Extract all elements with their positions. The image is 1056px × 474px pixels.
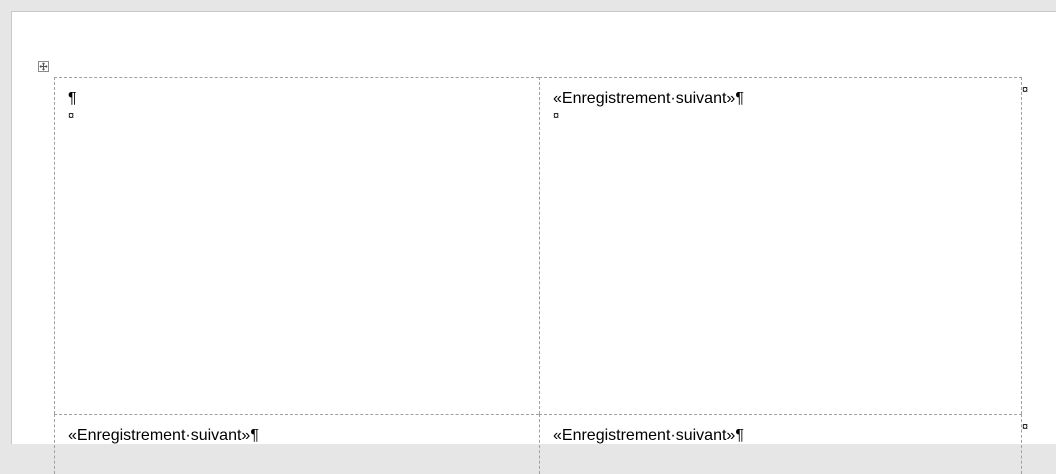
row-end-mark: ¤ [1022, 421, 1029, 433]
row-end-mark: ¤ [1022, 84, 1029, 96]
table-cell-r1-c1[interactable]: ¶ ¤ [54, 77, 539, 414]
table-move-handle-icon[interactable] [38, 61, 49, 72]
table-cell-r1-c2[interactable]: «Enregistrement·suivant»¶ ¤ [539, 77, 1022, 414]
document-page[interactable]: ¶ ¤ «Enregistrement·suivant»¶ ¤ «Enregis… [11, 11, 1056, 474]
table-cell-r2-c1[interactable]: «Enregistrement·suivant»¶ [54, 414, 539, 474]
document-viewport: ¶ ¤ «Enregistrement·suivant»¶ ¤ «Enregis… [0, 0, 1056, 474]
cell-end-mark: ¤ [68, 110, 75, 122]
table-cell-r2-c2[interactable]: «Enregistrement·suivant»¶ [539, 414, 1022, 474]
label-table[interactable]: ¶ ¤ «Enregistrement·suivant»¶ ¤ «Enregis… [54, 77, 1022, 474]
merge-field-next-record[interactable]: «Enregistrement·suivant»¶ [68, 427, 259, 445]
merge-field-next-record[interactable]: «Enregistrement·suivant»¶ [553, 427, 744, 445]
cell-paragraph-text[interactable]: ¶ [68, 90, 77, 108]
merge-field-next-record[interactable]: «Enregistrement·suivant»¶ [553, 90, 744, 108]
cell-end-mark: ¤ [553, 110, 560, 122]
